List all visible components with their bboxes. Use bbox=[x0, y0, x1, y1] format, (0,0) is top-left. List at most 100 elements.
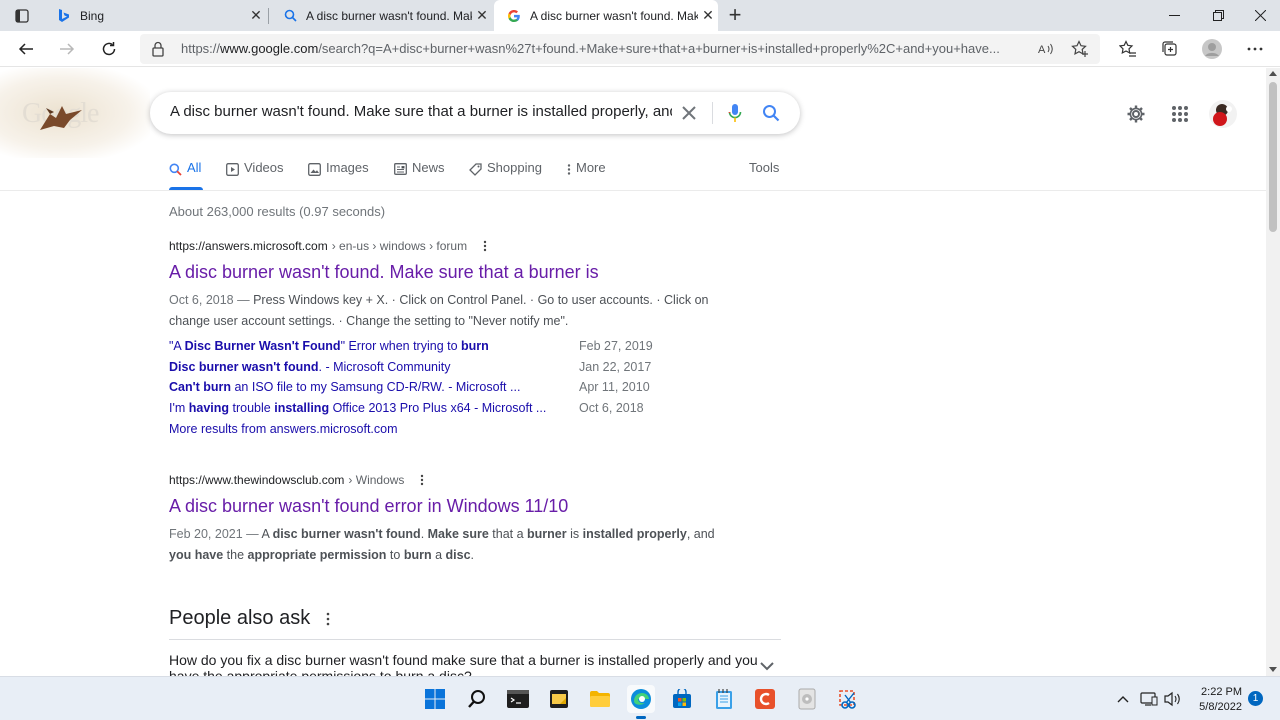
page-scrollbar[interactable] bbox=[1266, 68, 1280, 676]
restore-button[interactable] bbox=[1196, 0, 1240, 31]
taskbar-snagit[interactable] bbox=[751, 685, 779, 713]
result-stats: About 263,000 results (0.97 seconds) bbox=[169, 204, 386, 219]
clock-time: 2:22 PM bbox=[1201, 686, 1242, 698]
more-results-link[interactable]: More results from answers.microsoft.com bbox=[169, 419, 398, 440]
taskbar-edge[interactable] bbox=[627, 685, 655, 719]
forward-button[interactable] bbox=[54, 36, 80, 62]
system-clock[interactable]: 2:22 PM 5/8/2022 bbox=[1186, 685, 1242, 715]
collections-icon bbox=[1162, 41, 1177, 56]
show-hidden-icons-button[interactable] bbox=[1114, 690, 1132, 708]
taskbar-snipping-tool[interactable] bbox=[834, 685, 862, 713]
paa-question[interactable]: How do you fix a disc burner wasn't foun… bbox=[169, 652, 759, 676]
refresh-icon bbox=[102, 42, 116, 56]
tab-bing[interactable]: Bing ✕ bbox=[44, 0, 266, 31]
notepad-icon bbox=[716, 689, 732, 709]
network-button[interactable] bbox=[1140, 690, 1158, 708]
profile-avatar-icon bbox=[1202, 39, 1222, 59]
result-title-link[interactable]: A disc burner wasn't found error in Wind… bbox=[169, 496, 749, 517]
notes-icon bbox=[550, 690, 568, 708]
search-icon bbox=[468, 690, 485, 708]
new-tab-button[interactable]: + bbox=[724, 2, 746, 27]
sitelink[interactable]: "A Disc Burner Wasn't Found" Error when … bbox=[169, 336, 579, 357]
read-aloud-icon[interactable]: A bbox=[1037, 40, 1055, 58]
tab-google-active[interactable]: A disc burner wasn't found. Make sure ✕ bbox=[494, 0, 718, 31]
terminal-icon bbox=[507, 690, 529, 708]
google-apps-button[interactable] bbox=[1168, 102, 1192, 126]
sitelink[interactable]: Disc burner wasn't found. - Microsoft Co… bbox=[169, 357, 579, 378]
paa-title: People also ask bbox=[169, 607, 311, 629]
tab-actions-menu-button[interactable] bbox=[10, 6, 34, 26]
taskbar-store[interactable] bbox=[668, 685, 696, 713]
sitelink-date: Jan 22, 2017 bbox=[579, 359, 652, 374]
search-settings-button[interactable] bbox=[1124, 102, 1148, 126]
browser-tab-bar: Bing ✕ A disc burner wasn't found. Make … bbox=[0, 0, 1280, 31]
back-button[interactable] bbox=[13, 36, 39, 62]
result-title-link[interactable]: A disc burner wasn't found. Make sure th… bbox=[169, 262, 749, 283]
result-cite[interactable]: https://www.thewindowsclub.com › Windows bbox=[169, 473, 749, 487]
sitelink-row: "A Disc Burner Wasn't Found" Error when … bbox=[169, 336, 749, 357]
about-paa-icon[interactable] bbox=[326, 612, 330, 626]
volume-button[interactable] bbox=[1163, 690, 1181, 708]
result-cite[interactable]: https://answers.microsoft.com › en-us › … bbox=[169, 239, 749, 253]
snippet-date: Oct 6, 2018 — bbox=[169, 293, 250, 307]
disc-image-icon bbox=[798, 688, 816, 710]
google-doodle-logo[interactable]: Google bbox=[0, 68, 150, 158]
tab-label: More bbox=[576, 160, 606, 175]
close-tab-icon[interactable]: ✕ bbox=[698, 6, 718, 26]
tab-all[interactable]: All bbox=[169, 160, 203, 190]
notification-badge[interactable]: 1 bbox=[1248, 691, 1263, 706]
tab-search[interactable]: A disc burner wasn't found. Make sure ✕ bbox=[270, 0, 492, 31]
scrollbar-thumb[interactable] bbox=[1269, 82, 1277, 232]
address-bar[interactable]: https://www.google.com/search?q=A+disc+b… bbox=[140, 34, 1100, 64]
refresh-button[interactable] bbox=[96, 36, 122, 62]
taskbar-file-explorer[interactable] bbox=[586, 685, 614, 713]
start-button[interactable] bbox=[421, 685, 449, 713]
clear-search-button[interactable] bbox=[678, 102, 700, 124]
search-box[interactable]: A disc burner wasn't found. Make sure th… bbox=[150, 92, 800, 134]
url-text: https://www.google.com/search?q=A+disc+b… bbox=[181, 41, 1000, 56]
taskbar-app-disc[interactable] bbox=[793, 685, 821, 713]
tab-label: Videos bbox=[244, 160, 284, 175]
plus-icon: + bbox=[728, 2, 742, 27]
profile-button[interactable] bbox=[1199, 37, 1225, 61]
about-result-icon[interactable] bbox=[483, 240, 487, 252]
tab-title: Bing bbox=[80, 8, 105, 23]
tab-news[interactable]: News bbox=[394, 160, 445, 190]
tools-button[interactable]: Tools bbox=[749, 160, 779, 190]
chevron-down-icon[interactable] bbox=[760, 658, 774, 676]
close-window-button[interactable] bbox=[1238, 0, 1280, 31]
tab-label: All bbox=[187, 160, 202, 175]
paa-divider bbox=[169, 639, 781, 640]
scroll-up-icon[interactable] bbox=[1269, 71, 1277, 76]
search-input[interactable]: A disc burner wasn't found. Make sure th… bbox=[170, 103, 672, 120]
google-account-avatar[interactable] bbox=[1208, 99, 1238, 129]
close-tab-icon[interactable]: ✕ bbox=[246, 6, 266, 26]
taskbar-search-button[interactable] bbox=[463, 685, 491, 713]
search-submit-button[interactable] bbox=[760, 102, 782, 124]
search-icon bbox=[169, 160, 182, 178]
tab-shopping[interactable]: Shopping bbox=[469, 160, 542, 190]
voice-search-button[interactable] bbox=[724, 102, 746, 124]
settings-more-button[interactable] bbox=[1242, 37, 1268, 61]
sitelink-row: Can't burn an ISO file to my Samsung CD-… bbox=[169, 377, 749, 398]
taskbar-notepad[interactable] bbox=[710, 685, 738, 713]
sitelink[interactable]: I'm having trouble installing Office 201… bbox=[169, 398, 579, 419]
video-icon bbox=[226, 160, 239, 178]
taskbar-terminal[interactable] bbox=[504, 685, 532, 713]
close-tab-icon[interactable]: ✕ bbox=[472, 6, 492, 26]
lock-icon[interactable] bbox=[151, 41, 165, 62]
tab-title: A disc burner wasn't found. Make sure bbox=[530, 8, 698, 23]
favorites-button[interactable] bbox=[1115, 37, 1141, 61]
tab-images[interactable]: Images bbox=[308, 160, 369, 190]
about-result-icon[interactable] bbox=[420, 474, 424, 486]
bing-icon bbox=[56, 8, 72, 24]
add-favorite-icon[interactable] bbox=[1071, 40, 1089, 58]
tab-more[interactable]: More bbox=[567, 160, 606, 190]
collections-button[interactable] bbox=[1157, 37, 1183, 61]
scroll-down-icon[interactable] bbox=[1269, 667, 1277, 672]
search-divider bbox=[712, 102, 713, 124]
tab-videos[interactable]: Videos bbox=[226, 160, 284, 190]
minimize-button[interactable] bbox=[1152, 0, 1196, 31]
sitelink[interactable]: Can't burn an ISO file to my Samsung CD-… bbox=[169, 377, 579, 398]
taskbar-sticky-notes[interactable] bbox=[545, 685, 573, 713]
